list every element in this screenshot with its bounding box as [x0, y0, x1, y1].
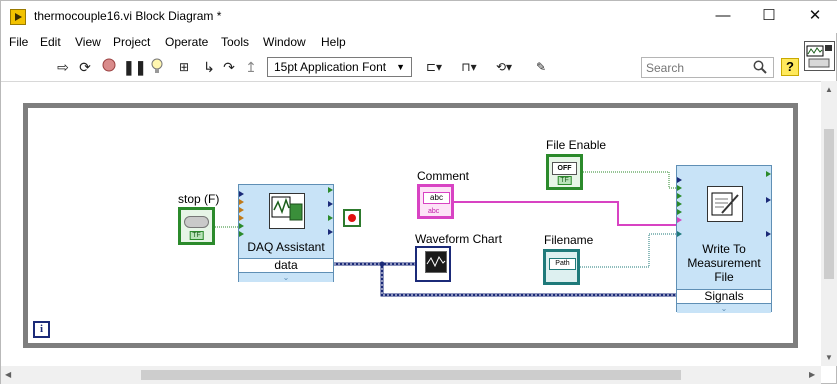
daq-output-pin[interactable]: [328, 201, 333, 207]
search-icon[interactable]: [753, 60, 767, 74]
vertical-scrollbar[interactable]: ▲ ▼: [821, 81, 837, 366]
distribute-objects-icon[interactable]: ⊓▾: [456, 58, 482, 76]
menu-window[interactable]: Window: [263, 35, 306, 49]
step-into-icon[interactable]: ↳: [201, 58, 217, 76]
waveform-chart-terminal[interactable]: [415, 246, 451, 282]
stop-control-terminal[interactable]: TF: [178, 207, 215, 245]
daq-icon: [269, 193, 305, 229]
filename-path-icon: Path: [549, 258, 576, 270]
menu-file[interactable]: File: [9, 35, 28, 49]
run-arrow-icon[interactable]: ⇨: [55, 58, 71, 76]
stop-control-label: stop (F): [178, 192, 220, 206]
wtm-input-pin[interactable]: [677, 185, 682, 191]
file-enable-switch-icon: OFF: [552, 162, 577, 175]
align-objects-icon[interactable]: ⊏▾: [421, 58, 447, 76]
title-bar: thermocouple16.vi Block Diagram * — ☐ ✕: [1, 1, 837, 33]
minimize-button[interactable]: —: [700, 1, 746, 33]
daq-assistant-vi[interactable]: DAQ Assistant data ⌄: [238, 184, 334, 282]
chevron-down-icon: ▼: [396, 62, 405, 72]
waveform-chart-icon: [425, 251, 447, 273]
menu-tools[interactable]: Tools: [221, 35, 249, 49]
filename-label: Filename: [544, 233, 594, 247]
wtm-title: Write To Measurement File: [677, 242, 771, 284]
labview-app-icon: [10, 9, 26, 25]
step-out-icon[interactable]: ↥: [243, 58, 259, 76]
wtm-title-line-2: Measurement: [687, 256, 761, 270]
daq-expand-handle[interactable]: ⌄: [239, 272, 333, 282]
stop-button-icon: [184, 216, 209, 228]
comment-string-icon: abc: [423, 192, 450, 204]
daq-assistant-title: DAQ Assistant: [247, 240, 325, 254]
help-icon[interactable]: ?: [781, 58, 799, 76]
menu-operate[interactable]: Operate: [165, 35, 208, 49]
clean-up-diagram-icon[interactable]: ✎: [529, 58, 553, 76]
daq-output-pin[interactable]: [328, 215, 333, 221]
run-continuously-icon[interactable]: ⟳: [77, 58, 93, 76]
reorder-icon[interactable]: ⟲▾: [491, 58, 517, 76]
menu-edit[interactable]: Edit: [40, 35, 61, 49]
horizontal-scrollbar[interactable]: ◀ ▶: [1, 366, 821, 384]
stop-tf-badge: TF: [189, 231, 204, 240]
pause-icon[interactable]: ❚❚: [123, 58, 146, 76]
wtm-input-pin[interactable]: [677, 193, 682, 199]
scroll-left-icon[interactable]: ◀: [5, 370, 11, 379]
vertical-scroll-thumb[interactable]: [824, 129, 834, 279]
comment-label: Comment: [417, 169, 470, 183]
wtm-output-pin[interactable]: [766, 197, 771, 203]
menu-view[interactable]: View: [75, 35, 101, 49]
file-enable-tf-badge: TF: [557, 176, 572, 185]
daq-input-pin[interactable]: [239, 207, 244, 213]
daq-output-pin[interactable]: [328, 229, 333, 235]
comment-terminal[interactable]: abc abc: [417, 184, 454, 219]
wtm-title-line-3: File: [714, 270, 734, 284]
loop-stop-terminal[interactable]: [343, 209, 361, 227]
search-input[interactable]: [646, 60, 746, 75]
iteration-terminal[interactable]: i: [33, 321, 50, 338]
wtm-input-pin[interactable]: [677, 201, 682, 207]
horizontal-scroll-thumb[interactable]: [141, 370, 681, 380]
window-title: thermocouple16.vi Block Diagram *: [34, 9, 222, 23]
wtm-input-pin[interactable]: [677, 177, 682, 183]
wtm-signals-input[interactable]: Signals: [677, 289, 771, 303]
daq-output-pin[interactable]: [328, 187, 333, 193]
daq-input-pin[interactable]: [239, 223, 244, 229]
wtm-expand-handle[interactable]: ⌄: [677, 303, 771, 313]
highlight-execution-icon[interactable]: [149, 58, 165, 76]
menu-bar: File Edit View Project Operate Tools Win…: [1, 33, 801, 53]
daq-input-pin[interactable]: [239, 231, 244, 237]
wtm-output-pin[interactable]: [766, 231, 771, 237]
waveform-chart-label: Waveform Chart: [415, 232, 502, 246]
menu-help[interactable]: Help: [321, 35, 346, 49]
comment-type-badge: abc: [428, 208, 440, 215]
wtm-output-pin[interactable]: [766, 171, 771, 177]
retain-wire-values-icon[interactable]: ⊞: [175, 58, 193, 76]
font-select[interactable]: 15pt Application Font ▼: [267, 57, 412, 77]
file-enable-label: File Enable: [546, 138, 607, 152]
vi-icon[interactable]: [804, 41, 835, 71]
filename-terminal[interactable]: Path: [543, 249, 580, 285]
scroll-up-icon[interactable]: ▲: [825, 85, 833, 94]
scroll-down-icon[interactable]: ▼: [825, 353, 833, 362]
abort-icon[interactable]: [101, 58, 117, 76]
font-select-value: 15pt Application Font: [274, 60, 387, 74]
daq-input-pin[interactable]: [239, 191, 244, 197]
daq-input-pin[interactable]: [239, 215, 244, 221]
step-over-icon[interactable]: ↷: [221, 58, 237, 76]
close-button[interactable]: ✕: [792, 1, 837, 33]
wtm-input-pin[interactable]: [677, 217, 682, 223]
menu-project[interactable]: Project: [113, 35, 150, 49]
file-enable-terminal[interactable]: OFF TF: [546, 154, 583, 190]
labview-window: thermocouple16.vi Block Diagram * — ☐ ✕ …: [0, 0, 837, 384]
daq-data-output[interactable]: data: [239, 258, 333, 272]
daq-input-pin[interactable]: [239, 199, 244, 205]
wtm-input-pin[interactable]: [677, 231, 682, 237]
maximize-button[interactable]: ☐: [746, 1, 792, 33]
wtm-title-line-1: Write To: [702, 242, 746, 256]
write-to-measurement-file-vi[interactable]: Write To Measurement File Signals ⌄: [676, 165, 772, 313]
write-file-icon: [707, 186, 743, 222]
scroll-right-icon[interactable]: ▶: [809, 370, 815, 379]
search-box[interactable]: [641, 57, 774, 78]
wtm-input-pin[interactable]: [677, 209, 682, 215]
